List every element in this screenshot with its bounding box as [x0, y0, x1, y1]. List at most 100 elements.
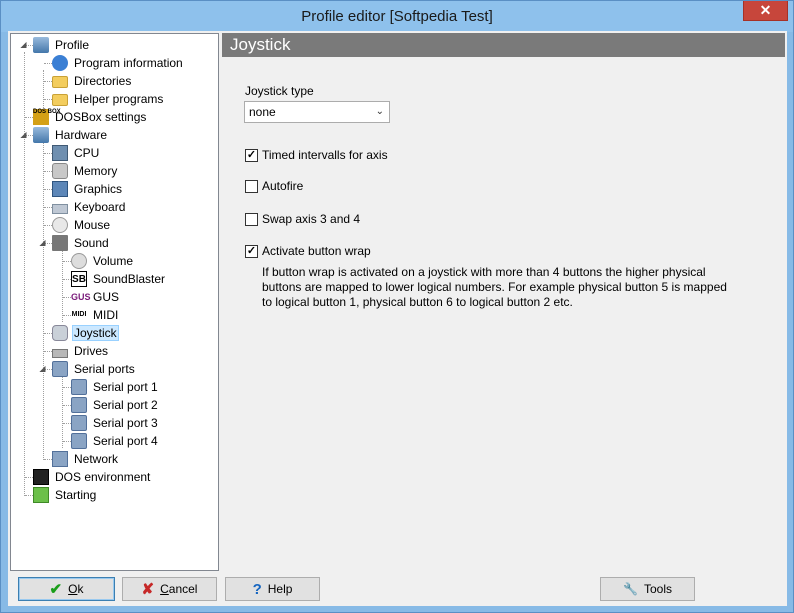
tree-line [63, 261, 71, 262]
tree-item-label: MIDI [93, 308, 119, 322]
tree-item-label: Hardware [55, 128, 108, 142]
tree-item-label: Serial port 3 [93, 416, 158, 430]
cpu-icon [52, 145, 68, 161]
tree-item-profile[interactable]: Profile [33, 36, 91, 54]
serial-icon [71, 397, 87, 413]
expand-toggle-icon[interactable]: ◢ [19, 130, 28, 139]
title-bar[interactable]: Profile editor [Softpedia Test] ✕ [1, 1, 793, 32]
ok-label: k [77, 582, 84, 596]
cross-icon: ✘ [141, 581, 155, 598]
tree-item-hardware[interactable]: Hardware [33, 126, 109, 144]
tree-item-midi[interactable]: MIDI MIDI [71, 306, 120, 324]
checkbox-box[interactable]: ✓ [245, 244, 258, 258]
checkbox-box[interactable] [245, 179, 258, 193]
tree-item-network[interactable]: Network [52, 450, 120, 468]
tree-item-label: Program information [74, 56, 183, 70]
midi-icon: MIDI [71, 311, 87, 318]
tree-item-label: Serial port 1 [93, 380, 158, 394]
button-wrap-checkbox[interactable]: ✓ Activate button wrap [245, 243, 371, 259]
tree-item-label: SoundBlaster [93, 272, 166, 286]
tree-item-sound[interactable]: Sound [52, 234, 111, 252]
serial-icon [71, 379, 87, 395]
folder-icon [52, 76, 68, 88]
tree-item-dos-environment[interactable]: DOS environment [33, 468, 152, 486]
tools-label: Tools [643, 582, 672, 596]
tree-item-label: Directories [74, 74, 132, 88]
cancel-button[interactable]: ✘ Cancel [122, 577, 217, 601]
tree-item-volume[interactable]: Volume [71, 252, 135, 270]
tree-line [44, 81, 52, 82]
ok-accel: O [68, 582, 78, 596]
tree-item-starting[interactable]: Starting [33, 486, 98, 504]
tree-item-label: GUS [93, 290, 120, 304]
tree-line [44, 225, 52, 226]
tree-item-graphics[interactable]: Graphics [52, 180, 124, 198]
timed-intervals-checkbox[interactable]: ✓ Timed intervalls for axis [245, 147, 388, 163]
mouse-icon [52, 217, 68, 233]
tree-line [25, 495, 33, 496]
tree-item-label: Keyboard [74, 200, 126, 214]
settings-pane: Joystick Joystick type none ⌄ ✓ Timed in… [222, 33, 785, 571]
joystick-type-select[interactable]: none ⌄ [244, 101, 390, 123]
tree-item-joystick[interactable]: Joystick [52, 324, 119, 342]
tree-line [24, 52, 25, 496]
cancel-accel: C [160, 582, 169, 596]
tree-item-label: DOS environment [55, 470, 151, 484]
tree-item-mouse[interactable]: Mouse [52, 216, 112, 234]
tree-item-label: CPU [74, 146, 100, 160]
memory-icon [52, 163, 68, 179]
expand-toggle-icon[interactable]: ◢ [19, 40, 28, 49]
tree-item-dosbox-settings[interactable]: DOS BOX DOSBox settings [33, 108, 148, 126]
help-button[interactable]: ? Help [225, 577, 320, 601]
expand-toggle-icon[interactable]: ◢ [38, 364, 47, 373]
joystick-type-value: none [249, 105, 276, 119]
tree-item-serial-port-1[interactable]: Serial port 1 [71, 378, 160, 396]
checkbox-box[interactable]: ✓ [245, 148, 258, 162]
tree-item-label: Profile [55, 38, 90, 52]
swap-axis-checkbox[interactable]: Swap axis 3 and 4 [245, 211, 360, 227]
tree-line [44, 189, 52, 190]
close-button[interactable]: ✕ [743, 1, 788, 21]
volume-icon [71, 253, 87, 269]
expand-toggle-icon[interactable]: ◢ [38, 238, 47, 247]
chevron-down-icon: ⌄ [375, 106, 384, 117]
autofire-checkbox[interactable]: Autofire [245, 178, 303, 194]
tree-line [63, 405, 71, 406]
tree-item-label: Drives [74, 344, 109, 358]
tree-item-serial-port-4[interactable]: Serial port 4 [71, 432, 160, 450]
tree-item-gus[interactable]: GUS GUS [71, 288, 121, 306]
ok-button[interactable]: ✔ Ok [18, 577, 115, 601]
profile-tree[interactable]: ◢ Profile Program information Directories He… [10, 33, 219, 571]
serial-icon [71, 433, 87, 449]
tree-item-helper-programs[interactable]: Helper programs [52, 90, 165, 108]
tree-line [44, 207, 52, 208]
cancel-label: ancel [168, 582, 198, 596]
tree-item-keyboard[interactable]: Keyboard [52, 198, 127, 216]
profile-editor-window: Profile editor [Softpedia Test] ✕ ◢ Profi… [0, 0, 794, 613]
tree-item-serial-port-3[interactable]: Serial port 3 [71, 414, 160, 432]
tree-item-label: Serial port 4 [93, 434, 158, 448]
joystick-icon [52, 325, 68, 341]
tree-item-drives[interactable]: Drives [52, 342, 110, 360]
tree-item-serial-port-2[interactable]: Serial port 2 [71, 396, 160, 414]
tree-line [44, 63, 52, 64]
joystick-type-label: Joystick type [245, 84, 314, 98]
tools-button[interactable]: 🔧 Tools [600, 577, 695, 601]
tree-line [44, 171, 52, 172]
tree-item-label: Volume [93, 254, 134, 268]
tree-item-soundblaster[interactable]: SB SoundBlaster [71, 270, 167, 288]
tree-item-program-information[interactable]: Program information [52, 54, 185, 72]
tree-item-label: Serial port 2 [93, 398, 158, 412]
keyboard-icon [52, 203, 68, 214]
terminal-icon [33, 469, 49, 485]
tree-item-label: Memory [74, 164, 118, 178]
tree-item-memory[interactable]: Memory [52, 162, 119, 180]
tree-item-directories[interactable]: Directories [52, 72, 133, 90]
tree-line [63, 315, 71, 316]
tree-item-label: Network [74, 452, 119, 466]
checkbox-box[interactable] [245, 212, 258, 226]
tree-line [44, 459, 52, 460]
tree-item-serial-ports[interactable]: Serial ports [52, 360, 137, 378]
checkbox-label: Swap axis 3 and 4 [262, 212, 361, 226]
tree-item-cpu[interactable]: CPU [52, 144, 101, 162]
